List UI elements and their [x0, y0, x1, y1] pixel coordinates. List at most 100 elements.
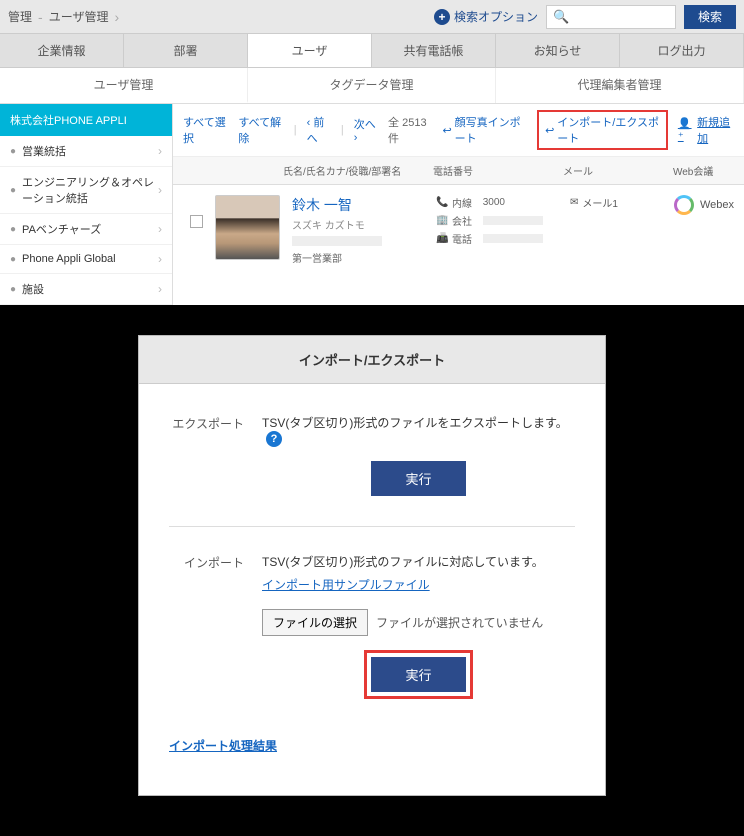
search-options-button[interactable]: + 検索オプション	[434, 8, 538, 25]
tel-label: 電話	[452, 231, 472, 246]
subtab-delegate[interactable]: 代理編集者管理	[496, 68, 744, 103]
prev-button[interactable]: ‹ 前へ	[307, 114, 331, 146]
sidebar-item-label: 営業統括	[22, 143, 66, 159]
avatar	[215, 195, 280, 260]
main-tabs: 企業情報 部署 ユーザ 共有電話帳 お知らせ ログ出力	[0, 34, 744, 68]
tab-company[interactable]: 企業情報	[0, 34, 124, 67]
row-checkbox[interactable]	[190, 215, 203, 228]
chevron-right-icon: ›	[158, 252, 162, 266]
divider	[169, 526, 575, 527]
import-export-label: インポート/エクスポート	[557, 114, 660, 146]
separator: |	[341, 124, 344, 136]
breadcrumb-current: ユーザ管理	[49, 8, 109, 25]
search-button[interactable]: 検索	[684, 5, 736, 29]
export-section-label: エクスポート	[169, 414, 244, 496]
bullet-icon: ●	[10, 284, 16, 295]
ext-number: 3000	[483, 197, 505, 208]
tab-log[interactable]: ログ出力	[620, 34, 744, 67]
next-label: 次へ	[354, 119, 376, 131]
import-section-label: インポート	[169, 553, 244, 699]
import-execute-button[interactable]: 実行	[371, 657, 465, 692]
tab-notice[interactable]: お知らせ	[496, 34, 620, 67]
chevron-right-icon: ›	[158, 282, 162, 296]
deselect-all-button[interactable]: すべて解除	[238, 114, 283, 146]
next-button[interactable]: 次へ ›	[354, 116, 378, 144]
user-name[interactable]: 鈴木 一智	[292, 195, 432, 215]
photo-import-button[interactable]: ↩ 顔写真インポート	[442, 114, 527, 146]
user-department: 第一営業部	[292, 250, 432, 265]
modal-title: インポート/エクスポート	[139, 336, 605, 384]
col-phone: 電話番号	[433, 163, 563, 178]
file-select-button[interactable]: ファイルの選択	[262, 609, 368, 636]
help-icon[interactable]: ?	[266, 431, 282, 447]
sidebar-company-head[interactable]: 株式会社PHONE APPLI	[0, 104, 172, 136]
tab-department[interactable]: 部署	[124, 34, 248, 67]
fax-icon: 📠	[436, 233, 448, 244]
select-all-button[interactable]: すべて選択	[183, 114, 228, 146]
redacted-text	[483, 234, 543, 243]
reply-icon: ↩	[442, 124, 451, 137]
webex-label: Webex	[700, 199, 734, 211]
mail-icon: ✉	[570, 197, 578, 208]
col-mail: メール	[563, 163, 673, 178]
header-bar: 管理 - ユーザ管理 › + 検索オプション 🔍 検索	[0, 0, 744, 34]
search-input[interactable]: 🔍	[546, 5, 676, 29]
sidebar: 株式会社PHONE APPLI ● 営業統括 › ● エンジニアリング＆オペレーション…	[0, 104, 173, 305]
column-headers: 氏名/氏名カナ/役職/部署名 電話番号 メール Web会議	[173, 157, 744, 185]
search-options-label: 検索オプション	[454, 8, 538, 25]
chevron-right-icon: ›	[114, 9, 119, 25]
bullet-icon: ●	[10, 146, 16, 157]
col-web: Web会議	[673, 163, 734, 178]
sub-tabs: ユーザ管理 タグデータ管理 代理編集者管理	[0, 68, 744, 104]
sidebar-item-facility[interactable]: ● 施設 ›	[0, 274, 172, 305]
no-file-text: ファイルが選択されていません	[376, 614, 543, 631]
sidebar-item-label: Phone Appli Global	[22, 253, 116, 265]
redacted-text	[292, 236, 382, 246]
company-label: 会社	[452, 213, 472, 228]
toolbar: すべて選択 すべて解除 | ‹ 前へ | 次へ › 全 2513 件 ↩顔写真イ…	[173, 104, 744, 157]
sidebar-item-label: 施設	[22, 281, 44, 297]
add-new-button[interactable]: 👤⁺新規追加	[678, 114, 734, 146]
person-plus-icon: 👤⁺	[678, 117, 694, 143]
separator: |	[294, 124, 297, 136]
chevron-right-icon: ›	[158, 183, 162, 197]
redacted-text	[483, 216, 543, 225]
export-description: TSV(タブ区切り)形式のファイルをエクスポートします。	[262, 416, 568, 430]
import-result-link[interactable]: インポート処理結果	[169, 737, 277, 754]
plus-icon: +	[434, 9, 450, 25]
tab-user[interactable]: ユーザ	[248, 34, 372, 67]
prev-label: 前へ	[307, 117, 325, 145]
ext-label: 内線	[452, 195, 472, 210]
sidebar-item-label: PAベンチャーズ	[22, 221, 101, 237]
sidebar-item-label: エンジニアリング＆オペレーション統括	[22, 174, 158, 206]
sidebar-item-sales[interactable]: ●営業統括›	[0, 136, 172, 167]
mail-label: メール1	[582, 195, 618, 210]
import-export-modal: インポート/エクスポート エクスポート TSV(タブ区切り)形式のファイルをエク…	[138, 335, 606, 796]
breadcrumb: 管理 - ユーザ管理 ›	[8, 8, 125, 25]
col-name: 氏名/氏名カナ/役職/部署名	[283, 163, 433, 178]
highlight-border: 実行	[364, 650, 472, 699]
sidebar-item-engineering[interactable]: ● エンジニアリング＆オペレーション統括›	[0, 167, 172, 214]
building-icon: 🏢	[436, 215, 448, 226]
subtab-user-manage[interactable]: ユーザ管理	[0, 68, 248, 103]
bullet-icon: ●	[10, 224, 16, 235]
add-new-label: 新規追加	[697, 114, 734, 146]
sidebar-item-global[interactable]: ● Phone Appli Global ›	[0, 245, 172, 274]
sidebar-item-paventures[interactable]: ● PAベンチャーズ ›	[0, 214, 172, 245]
search-icon: 🔍	[553, 9, 569, 25]
subtab-tag-data[interactable]: タグデータ管理	[248, 68, 496, 103]
phone-icon: 📞	[436, 197, 448, 208]
bullet-icon: ●	[10, 254, 16, 265]
tab-shared-phonebook[interactable]: 共有電話帳	[372, 34, 496, 67]
import-description: TSV(タブ区切り)形式のファイルに対応しています。	[262, 555, 544, 569]
photo-import-label: 顔写真インポート	[455, 114, 527, 146]
sample-file-link[interactable]: インポート用サンプルファイル	[262, 576, 430, 593]
import-export-button[interactable]: ↩インポート/エクスポート	[537, 110, 668, 150]
bullet-icon: ●	[10, 185, 16, 196]
breadcrumb-root[interactable]: 管理	[8, 8, 32, 25]
reply-icon: ↩	[545, 124, 554, 137]
chevron-right-icon: ›	[158, 222, 162, 236]
user-row[interactable]: 鈴木 一智 スズキ カズトモ 第一営業部 📞内線 3000 🏢会社 📠電話 ✉メ…	[173, 185, 744, 275]
breadcrumb-divider: -	[38, 9, 43, 25]
export-execute-button[interactable]: 実行	[371, 461, 465, 496]
